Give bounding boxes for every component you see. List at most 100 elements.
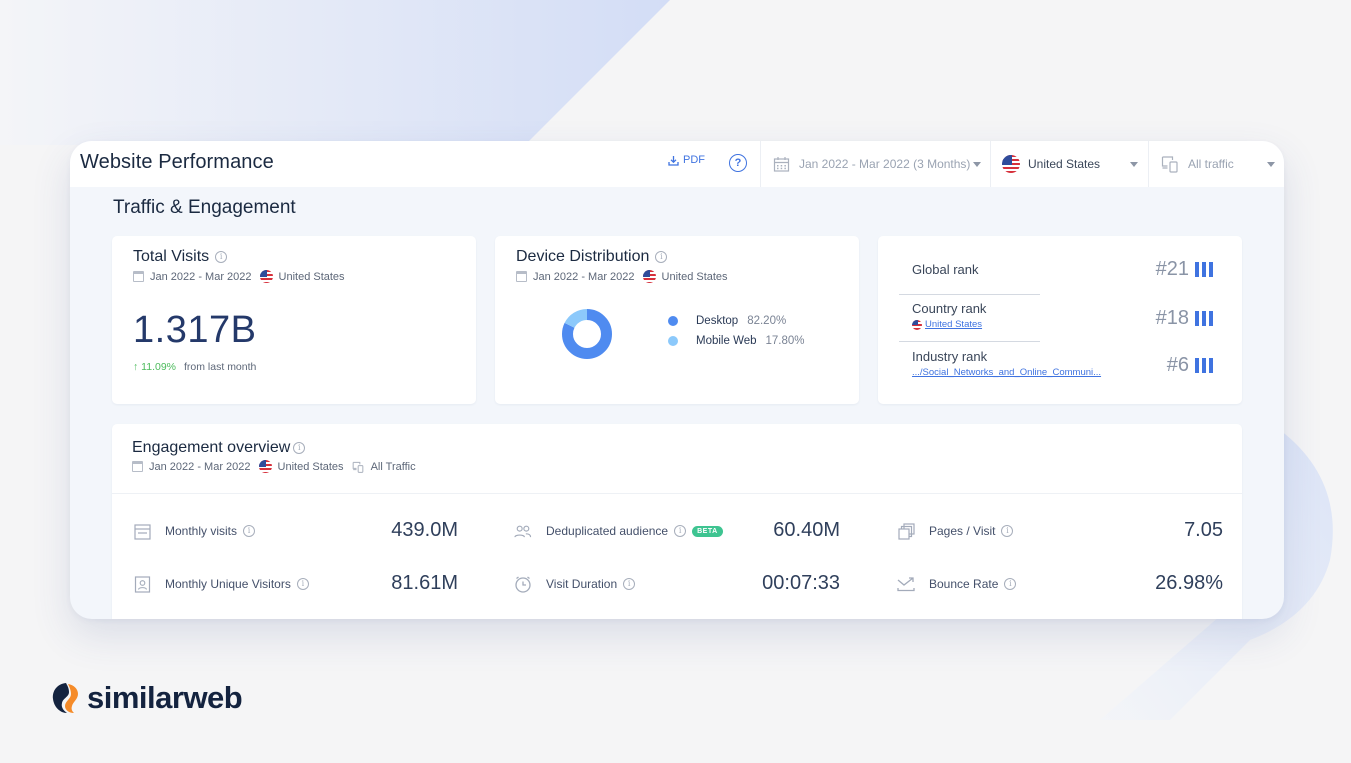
calendar-icon — [132, 461, 143, 472]
metric-value: 60.40M — [773, 519, 840, 541]
beta-badge: BETA — [692, 525, 723, 537]
similarweb-logo-icon — [52, 683, 78, 713]
us-flag-icon — [1002, 155, 1020, 173]
ranks-card: Global rank #21 Country rank United Stat… — [878, 236, 1242, 404]
us-flag-icon — [259, 270, 273, 283]
engagement-title: Engagement overview — [132, 439, 291, 456]
total-visits-title: Total Visits — [133, 248, 210, 265]
rank-value: #21 — [1155, 258, 1189, 280]
legend-label: Desktop — [696, 315, 739, 327]
info-icon[interactable]: i — [215, 251, 228, 263]
pdf-download-button[interactable]: PDF — [668, 154, 705, 166]
id-badge-icon — [133, 575, 151, 593]
stopwatch-icon — [514, 575, 532, 593]
country-label: United States — [661, 270, 728, 283]
us-flag-icon — [912, 319, 922, 330]
legend-value: 82.20% — [747, 315, 787, 327]
metric-label: Deduplicated audience — [546, 524, 669, 538]
devices-icon — [1161, 156, 1178, 173]
metric-value: 00:07:33 — [762, 572, 840, 594]
device-distribution-card: Device Distribution i Jan 2022 - Mar 202… — [495, 236, 859, 404]
change-label: from last month — [184, 361, 257, 373]
total-visits-value: 1.317B — [133, 309, 257, 351]
divider — [899, 341, 1040, 342]
page-title: Website Performance — [80, 151, 274, 173]
divider — [899, 294, 1040, 295]
info-icon[interactable]: i — [1001, 525, 1014, 537]
country-rank-row: Country rank United States #18 — [899, 301, 1221, 331]
global-rank-row: Global rank #21 — [899, 258, 1221, 282]
metric-value: 439.0M — [391, 519, 458, 541]
metric-label: Pages / Visit — [929, 524, 996, 538]
info-icon[interactable]: i — [674, 525, 687, 537]
download-icon — [668, 155, 679, 166]
rank-bars-icon — [1195, 262, 1213, 277]
metric-label: Monthly visits — [165, 524, 238, 538]
top-bar: Website Performance PDF ? Jan 2022 - Mar… — [70, 141, 1284, 187]
metric-monthly-visits: Monthly visits i — [133, 522, 256, 540]
metric-bounce-rate: Bounce Rate i — [897, 575, 1017, 593]
metric-pages-per-visit: Pages / Visit i — [897, 522, 1014, 540]
legend-value: 17.80% — [765, 335, 805, 347]
country-label: United States — [277, 460, 344, 473]
metric-label: Monthly Unique Visitors — [165, 577, 291, 591]
us-flag-icon — [642, 270, 656, 283]
calendar-icon — [516, 271, 527, 282]
rank-sub-label: United States — [925, 319, 983, 330]
rank-bars-icon — [1195, 311, 1213, 326]
chevron-down-icon — [1267, 161, 1275, 167]
device-distribution-title: Device Distribution — [516, 248, 650, 265]
country-value: United States — [1028, 157, 1101, 171]
rank-bars-icon — [1195, 358, 1213, 373]
rank-sub-label: .../Social_Networks_and_Online_Communi..… — [912, 367, 1102, 378]
section-title: Traffic & Engagement — [113, 197, 296, 218]
industry-rank-row: Industry rank .../Social_Networks_and_On… — [899, 349, 1221, 379]
traffic-value: All traffic — [1188, 157, 1234, 171]
date-label: Jan 2022 - Mar 2022 — [150, 270, 252, 283]
calendar-icon — [133, 271, 144, 282]
info-icon[interactable]: i — [243, 525, 256, 537]
traffic-label: All Traffic — [370, 460, 416, 473]
question-circle-icon: ? — [734, 157, 742, 169]
users-icon — [514, 522, 532, 540]
bounce-icon — [897, 575, 915, 593]
info-icon[interactable]: i — [623, 578, 636, 590]
metric-visit-duration: Visit Duration i — [514, 575, 636, 593]
date-label: Jan 2022 - Mar 2022 — [149, 460, 251, 473]
pages-icon — [897, 522, 915, 540]
metric-value: 81.61M — [391, 572, 458, 594]
arrow-up-icon: ↑ — [133, 361, 139, 373]
traffic-filter[interactable]: All traffic — [1148, 141, 1284, 187]
legend-item-mobile-web: Mobile Web 17.80% — [668, 335, 805, 347]
legend-label: Mobile Web — [696, 335, 757, 347]
info-icon[interactable]: i — [655, 251, 668, 263]
help-button[interactable]: ? — [729, 154, 747, 172]
devices-icon — [352, 461, 363, 473]
info-icon[interactable]: i — [293, 442, 306, 454]
calendar-icon — [133, 522, 151, 540]
legend-item-desktop: Desktop 82.20% — [668, 315, 805, 327]
metric-label: Visit Duration — [546, 577, 618, 591]
info-icon[interactable]: i — [1004, 578, 1017, 590]
info-icon[interactable]: i — [296, 578, 309, 590]
device-donut-chart — [562, 309, 612, 359]
legend-dot — [668, 336, 678, 346]
brand-name: similarweb — [87, 680, 243, 715]
date-range-filter[interactable]: Jan 2022 - Mar 2022 (3 Months) — [760, 141, 990, 187]
metric-deduplicated-audience: Deduplicated audience i BETA — [514, 522, 723, 540]
country-filter[interactable]: United States — [990, 141, 1148, 187]
chevron-down-icon — [1130, 161, 1138, 167]
chevron-down-icon — [973, 161, 982, 167]
engagement-overview-card: Engagement overview i Jan 2022 - Mar 202… — [112, 424, 1242, 619]
date-label: Jan 2022 - Mar 2022 — [533, 270, 635, 283]
date-range-value: Jan 2022 - Mar 2022 (3 Months) — [799, 157, 971, 171]
pdf-label: PDF — [683, 154, 705, 166]
metric-value: 26.98% — [1155, 572, 1223, 594]
metric-value: 7.05 — [1184, 519, 1223, 541]
metric-monthly-unique-visitors: Monthly Unique Visitors i — [133, 575, 309, 593]
us-flag-icon — [258, 460, 272, 473]
change-up: ↑ 11.09% — [133, 361, 176, 373]
change-value: 11.09% — [141, 361, 177, 373]
legend-dot — [668, 316, 678, 326]
similarweb-logo: similarweb — [49, 680, 243, 716]
